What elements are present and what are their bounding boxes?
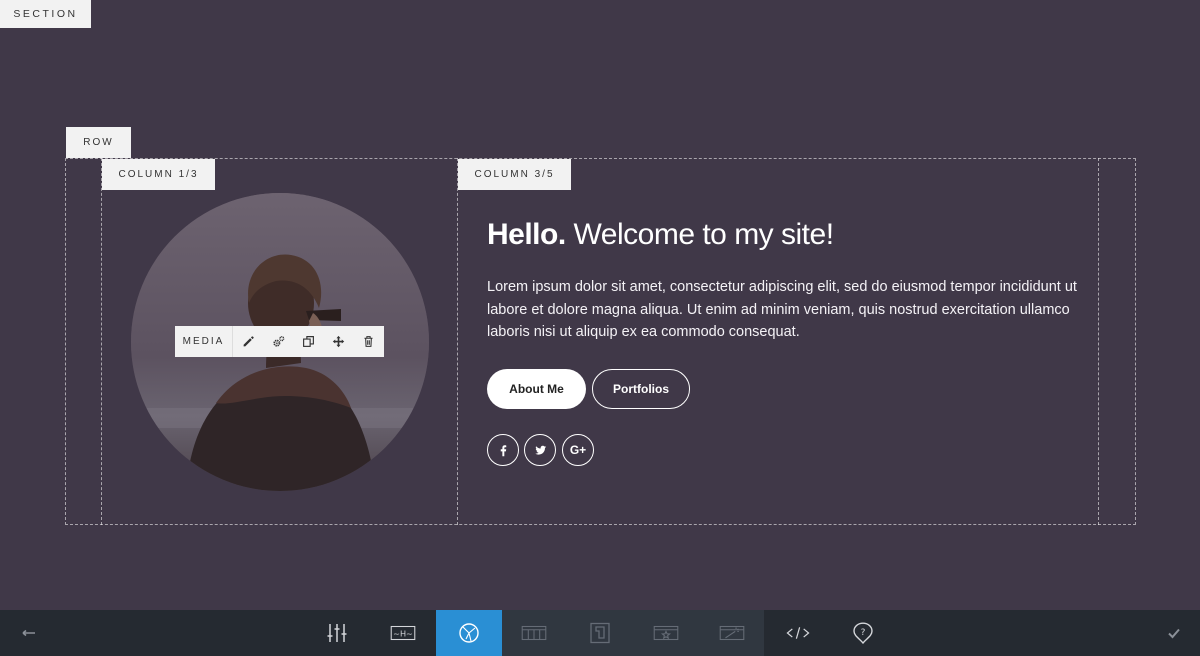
- hero-title: Hello. Welcome to my site!: [487, 218, 834, 252]
- twitter-icon[interactable]: [524, 434, 556, 466]
- check-icon[interactable]: [1158, 610, 1190, 656]
- columns-icon[interactable]: [512, 610, 556, 656]
- row-label[interactable]: ROW: [66, 127, 131, 158]
- bottom-toolbar: ~H~ ?: [0, 610, 1200, 656]
- section-label[interactable]: SECTION: [0, 0, 91, 28]
- hero-title-bold: Hello.: [487, 218, 566, 251]
- google-plus-icon[interactable]: G+: [562, 434, 594, 466]
- wand-icon[interactable]: [710, 610, 754, 656]
- hero-title-rest: Welcome to my site!: [565, 218, 835, 251]
- help-icon[interactable]: ?: [842, 610, 884, 656]
- edit-icon[interactable]: [233, 326, 263, 357]
- featured-icon[interactable]: [644, 610, 688, 656]
- back-arrow-icon[interactable]: [10, 610, 46, 656]
- sliders-icon[interactable]: [313, 610, 361, 656]
- move-icon[interactable]: [323, 326, 353, 357]
- column-left-label[interactable]: COLUMN 1/3: [102, 159, 215, 190]
- design-icon[interactable]: [436, 610, 502, 656]
- delete-icon[interactable]: [353, 326, 383, 357]
- facebook-icon[interactable]: [487, 434, 519, 466]
- settings-icon[interactable]: [263, 326, 293, 357]
- heading-icon[interactable]: ~H~: [378, 610, 428, 656]
- svg-text:?: ?: [861, 628, 866, 638]
- media-toolbar: MEDIA: [175, 326, 384, 357]
- code-icon[interactable]: [776, 610, 820, 656]
- svg-text:~H~: ~H~: [393, 628, 413, 638]
- duplicate-icon[interactable]: [293, 326, 323, 357]
- hero-paragraph: Lorem ipsum dolor sit amet, consectetur …: [487, 279, 1077, 340]
- about-me-button[interactable]: About Me: [487, 369, 586, 409]
- portfolios-button[interactable]: Portfolios: [592, 369, 690, 409]
- column-right-label[interactable]: COLUMN 3/5: [458, 159, 571, 190]
- media-label[interactable]: MEDIA: [175, 326, 233, 357]
- layout-icon[interactable]: [580, 610, 620, 656]
